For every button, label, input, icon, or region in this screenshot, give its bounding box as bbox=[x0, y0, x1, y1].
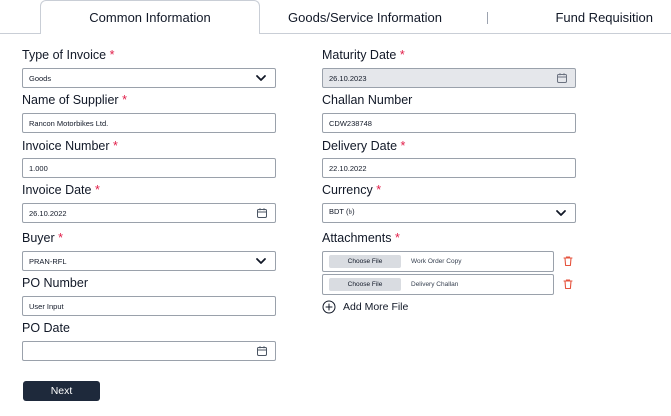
chevron-down-icon bbox=[255, 72, 267, 84]
po-date-label: PO Date bbox=[22, 321, 70, 335]
invoice-date-label: Invoice Date * bbox=[22, 183, 100, 197]
name-of-supplier-input[interactable]: Rancon Motorbikes Ltd. bbox=[22, 113, 276, 133]
required-asterisk: * bbox=[399, 48, 405, 62]
buyer-select[interactable]: PRAN-RFL bbox=[22, 251, 276, 271]
challan-number-label: Challan Number bbox=[322, 93, 412, 107]
po-number-input[interactable]: User Input bbox=[22, 296, 276, 316]
add-more-file-label: Add More File bbox=[343, 301, 409, 313]
calendar-icon bbox=[556, 72, 568, 84]
maturity-date-input: 26.10.2023 bbox=[322, 68, 576, 88]
buyer-label: Buyer * bbox=[22, 231, 63, 245]
required-asterisk: * bbox=[376, 183, 382, 197]
label-text: Delivery Date bbox=[322, 139, 398, 153]
input-value: User Input bbox=[29, 301, 64, 311]
label-text: Buyer bbox=[22, 231, 55, 245]
label-text: Maturity Date bbox=[322, 48, 397, 62]
file-name: Delivery Challan bbox=[411, 281, 459, 288]
chevron-down-icon bbox=[555, 207, 567, 219]
required-asterisk: * bbox=[109, 48, 115, 62]
label-text: PO Number bbox=[22, 276, 88, 290]
type-of-invoice-select[interactable]: Goods bbox=[22, 68, 276, 88]
required-asterisk: * bbox=[94, 183, 100, 197]
file-input-row[interactable]: Choose File Delivery Challan bbox=[322, 274, 554, 295]
tab-separator bbox=[487, 12, 488, 24]
label-text: Name of Supplier bbox=[22, 93, 119, 107]
label-text: Attachments bbox=[322, 231, 392, 245]
name-of-supplier-label: Name of Supplier * bbox=[22, 93, 127, 107]
currency-label: Currency * bbox=[322, 183, 381, 197]
invoice-date-input[interactable]: 26.10.2022 bbox=[22, 203, 276, 223]
label-text: Type of Invoice bbox=[22, 48, 107, 62]
tab-divider-line bbox=[260, 33, 671, 34]
tab-fund-requisition[interactable]: Fund Requisition bbox=[500, 0, 671, 34]
currency-select[interactable]: BDT (৳) bbox=[322, 203, 576, 223]
label-text: PO Date bbox=[22, 321, 70, 335]
select-value: Goods bbox=[29, 73, 52, 83]
add-more-file-button[interactable]: Add More File bbox=[322, 300, 408, 314]
maturity-date-label: Maturity Date * bbox=[322, 48, 405, 62]
po-date-input[interactable] bbox=[22, 341, 276, 361]
delivery-date-input[interactable]: 22.10.2022 bbox=[322, 158, 576, 178]
trash-icon[interactable] bbox=[562, 255, 574, 267]
select-value: BDT (৳) bbox=[329, 207, 355, 216]
trash-icon[interactable] bbox=[562, 278, 574, 290]
choose-file-button[interactable]: Choose File bbox=[329, 255, 401, 268]
tab-divider-line bbox=[0, 33, 40, 34]
required-asterisk: * bbox=[400, 139, 406, 153]
calendar-icon[interactable] bbox=[256, 207, 268, 219]
file-input-row[interactable]: Choose File Work Order Copy bbox=[322, 251, 554, 272]
required-asterisk: * bbox=[122, 93, 127, 107]
label-text: Currency bbox=[322, 183, 373, 197]
input-value: 26.10.2022 bbox=[29, 208, 67, 218]
required-asterisk: * bbox=[58, 231, 64, 245]
tab-goods-service-information[interactable]: Goods/Service Information bbox=[260, 0, 470, 34]
type-of-invoice-label: Type of Invoice * bbox=[22, 48, 114, 62]
label-text: Invoice Date bbox=[22, 183, 92, 197]
delivery-date-label: Delivery Date * bbox=[322, 139, 405, 153]
tab-bar: Common Information Goods/Service Informa… bbox=[0, 0, 671, 34]
required-asterisk: * bbox=[394, 231, 400, 245]
challan-number-input[interactable]: CDW238748 bbox=[322, 113, 576, 133]
calendar-icon[interactable] bbox=[256, 345, 268, 357]
file-name: Work Order Copy bbox=[411, 258, 462, 265]
chevron-down-icon bbox=[255, 255, 267, 267]
invoice-number-label: Invoice Number * bbox=[22, 139, 118, 153]
invoice-number-input[interactable]: 1.000 bbox=[22, 158, 276, 178]
plus-circle-icon bbox=[322, 300, 336, 314]
select-value: PRAN-RFL bbox=[29, 256, 67, 266]
input-value: 1.000 bbox=[29, 163, 48, 173]
next-button[interactable]: Next bbox=[23, 381, 100, 401]
input-value: Rancon Motorbikes Ltd. bbox=[29, 118, 109, 128]
po-number-label: PO Number bbox=[22, 276, 88, 290]
choose-file-button[interactable]: Choose File bbox=[329, 278, 401, 291]
input-value: 22.10.2022 bbox=[329, 163, 367, 173]
label-text: Challan Number bbox=[322, 93, 413, 107]
input-value: CDW238748 bbox=[329, 118, 372, 128]
label-text: Invoice Number bbox=[22, 139, 110, 153]
required-asterisk: * bbox=[113, 139, 118, 153]
tab-common-information[interactable]: Common Information bbox=[40, 0, 260, 34]
attachments-label: Attachments * bbox=[322, 231, 400, 245]
input-value: 26.10.2023 bbox=[329, 73, 367, 83]
